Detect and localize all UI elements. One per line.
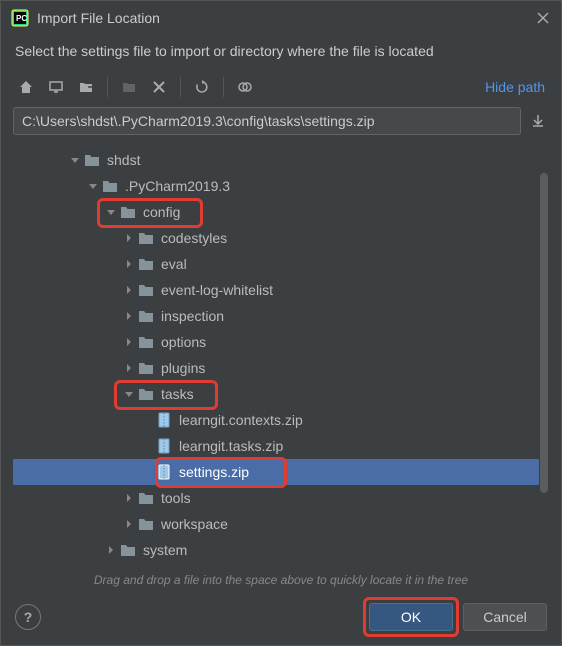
tree-item-label: .PyCharm2019.3	[125, 178, 230, 194]
folder-icon	[137, 333, 161, 351]
svg-text:PC: PC	[16, 14, 27, 23]
cancel-button[interactable]: Cancel	[463, 603, 547, 631]
tree-row-options[interactable]: options	[13, 329, 539, 355]
ok-button[interactable]: OK	[369, 603, 453, 631]
tree-item-label: workspace	[161, 516, 228, 532]
folder-icon	[101, 177, 125, 195]
toolbar-separator	[107, 77, 108, 97]
button-row: ? OK Cancel	[1, 597, 561, 645]
folder-icon	[137, 515, 161, 533]
chevron-right-icon[interactable]	[121, 493, 137, 503]
chevron-down-icon[interactable]	[121, 389, 137, 399]
save-path-icon[interactable]	[527, 110, 549, 132]
folder-icon	[137, 255, 161, 273]
help-button[interactable]: ?	[15, 604, 41, 630]
path-row	[1, 107, 561, 143]
tree-row-settings-zip[interactable]: settings.zip	[13, 459, 539, 485]
folder-icon	[137, 229, 161, 247]
tree-row-workspace[interactable]: workspace	[13, 511, 539, 537]
chevron-right-icon[interactable]	[121, 311, 137, 321]
refresh-icon[interactable]	[189, 75, 215, 99]
project-icon[interactable]	[73, 75, 99, 99]
chevron-down-icon[interactable]	[67, 155, 83, 165]
tree-row-learngit-tasks-zip[interactable]: learngit.tasks.zip	[13, 433, 539, 459]
folder-icon	[137, 385, 161, 403]
zip-file-icon	[155, 411, 179, 429]
desktop-icon[interactable]	[43, 75, 69, 99]
tree-item-label: plugins	[161, 360, 205, 376]
import-file-location-dialog: PC Import File Location Select the setti…	[0, 0, 562, 646]
folder-icon	[137, 489, 161, 507]
chevron-right-icon[interactable]	[103, 545, 119, 555]
hide-path-link[interactable]: Hide path	[485, 79, 549, 95]
zip-file-icon	[155, 437, 179, 455]
chevron-right-icon[interactable]	[121, 363, 137, 373]
file-tree-container: shdst .PyCharm2019.3 config codestyles eval e…	[13, 143, 549, 567]
scrollbar[interactable]	[539, 143, 549, 567]
tree-row-inspection[interactable]: inspection	[13, 303, 539, 329]
tree-row-eval[interactable]: eval	[13, 251, 539, 277]
tree-item-label: config	[143, 204, 180, 220]
tree-item-label: eval	[161, 256, 187, 272]
tree-row-learngit-contexts-zip[interactable]: learngit.contexts.zip	[13, 407, 539, 433]
tree-item-label: tasks	[161, 386, 194, 402]
tree-item-label: options	[161, 334, 206, 350]
new-folder-icon[interactable]	[116, 75, 142, 99]
tree-row-plugins[interactable]: plugins	[13, 355, 539, 381]
folder-icon	[137, 307, 161, 325]
path-input[interactable]	[13, 107, 521, 135]
toolbar: Hide path	[1, 71, 561, 107]
tree-row--pycharm2019-3[interactable]: .PyCharm2019.3	[13, 173, 539, 199]
chevron-right-icon[interactable]	[121, 259, 137, 269]
tree-item-label: tools	[161, 490, 191, 506]
folder-icon	[119, 541, 143, 559]
tree-item-label: codestyles	[161, 230, 227, 246]
tree-row-tasks[interactable]: tasks	[13, 381, 539, 407]
tree-item-label: settings.zip	[179, 464, 249, 480]
tree-item-label: shdst	[107, 152, 140, 168]
folder-icon	[137, 359, 161, 377]
tree-item-label: inspection	[161, 308, 224, 324]
close-icon[interactable]	[535, 10, 551, 26]
chevron-right-icon[interactable]	[121, 285, 137, 295]
toolbar-separator	[180, 77, 181, 97]
show-hidden-icon[interactable]	[232, 75, 258, 99]
home-icon[interactable]	[13, 75, 39, 99]
chevron-right-icon[interactable]	[121, 233, 137, 243]
dialog-title: Import File Location	[37, 10, 535, 26]
pycharm-app-icon: PC	[11, 9, 29, 27]
tree-row-codestyles[interactable]: codestyles	[13, 225, 539, 251]
scrollbar-thumb[interactable]	[540, 173, 548, 493]
folder-icon	[119, 203, 143, 221]
tree-item-label: event-log-whitelist	[161, 282, 273, 298]
tree-row-event-log-whitelist[interactable]: event-log-whitelist	[13, 277, 539, 303]
tree-row-config[interactable]: config	[13, 199, 539, 225]
chevron-right-icon[interactable]	[121, 337, 137, 347]
delete-icon[interactable]	[146, 75, 172, 99]
tree-row-shdst[interactable]: shdst	[13, 147, 539, 173]
file-tree[interactable]: shdst .PyCharm2019.3 config codestyles eval e…	[13, 143, 539, 567]
tree-item-label: system	[143, 542, 187, 558]
chevron-right-icon[interactable]	[121, 519, 137, 529]
folder-icon	[137, 281, 161, 299]
drag-hint-text: Drag and drop a file into the space abov…	[1, 567, 561, 597]
folder-icon	[83, 151, 107, 169]
tree-row-tools[interactable]: tools	[13, 485, 539, 511]
toolbar-separator	[223, 77, 224, 97]
dialog-subtitle: Select the settings file to import or di…	[1, 35, 561, 71]
titlebar: PC Import File Location	[1, 1, 561, 35]
tree-item-label: learngit.tasks.zip	[179, 438, 283, 454]
tree-row-system[interactable]: system	[13, 537, 539, 563]
chevron-down-icon[interactable]	[85, 181, 101, 191]
tree-item-label: learngit.contexts.zip	[179, 412, 303, 428]
chevron-down-icon[interactable]	[103, 207, 119, 217]
zip-file-icon	[155, 463, 179, 481]
